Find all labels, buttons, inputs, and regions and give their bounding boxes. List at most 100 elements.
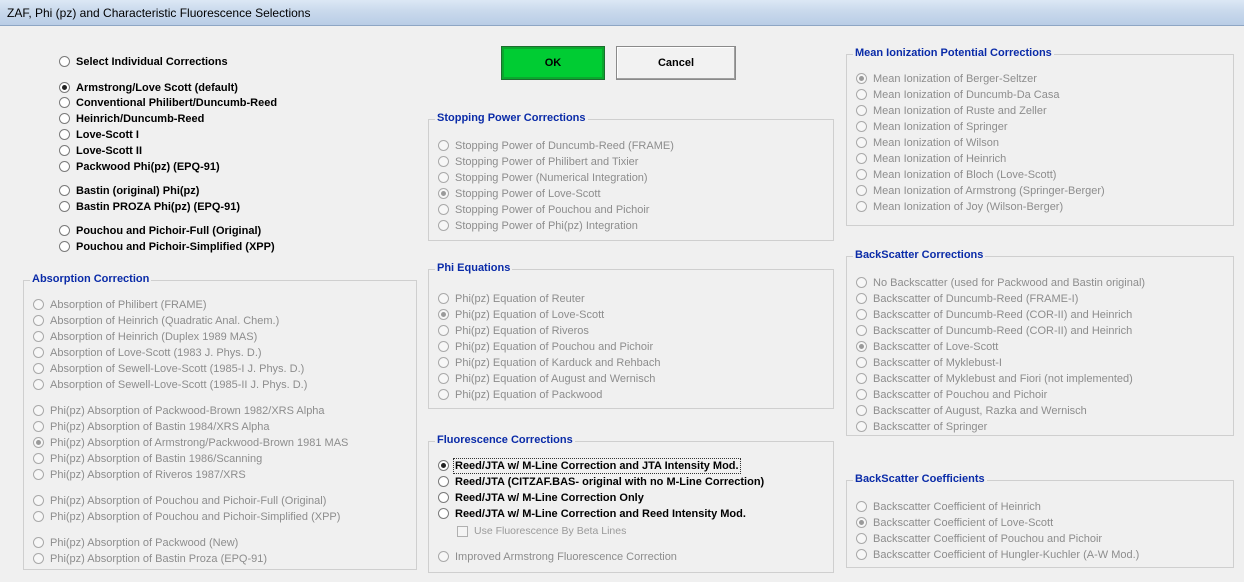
radio-circle-icon [33, 453, 44, 464]
radio-circle-icon [856, 421, 867, 432]
radio-selected-icon [438, 460, 449, 471]
backscatter-option[interactable]: Backscatter of Duncumb-Reed (COR-II) and… [856, 323, 1132, 338]
radio-circle-icon [33, 347, 44, 358]
radio-circle-icon [59, 161, 70, 172]
radio-select-individual[interactable]: Select Individual Corrections [59, 54, 228, 69]
fluorescence-option-jta[interactable]: Reed/JTA w/ M-Line Correction and JTA In… [438, 457, 741, 474]
radio-circle-icon [856, 325, 867, 336]
radio-heinrich-duncumb[interactable]: Heinrich/Duncumb-Reed [59, 111, 204, 126]
phi-equation-option[interactable]: Phi(pz) Equation of Packwood [438, 387, 602, 402]
backscatter-option[interactable]: Backscatter of Love-Scott [856, 339, 998, 354]
fluorescence-option-improved[interactable]: Improved Armstrong Fluorescence Correcti… [438, 549, 677, 564]
stopping-power-option[interactable]: Stopping Power of Phi(pz) Integration [438, 218, 638, 233]
absorption-option[interactable]: Phi(pz) Absorption of Armstrong/Packwood… [33, 435, 348, 450]
radio-pouchou-full[interactable]: Pouchou and Pichoir-Full (Original) [59, 223, 261, 238]
backscatter-coeff-option[interactable]: Backscatter Coefficient of Hungler-Kuchl… [856, 547, 1139, 562]
phi-equation-option[interactable]: Phi(pz) Equation of Pouchou and Pichoir [438, 339, 653, 354]
radio-circle-icon [438, 508, 449, 519]
absorption-option[interactable]: Phi(pz) Absorption of Bastin 1986/Scanni… [33, 451, 262, 466]
phi-equation-option[interactable]: Phi(pz) Equation of August and Wernisch [438, 371, 655, 386]
radio-pouchou-xpp[interactable]: Pouchou and Pichoir-Simplified (XPP) [59, 239, 275, 254]
absorption-option[interactable]: Absorption of Heinrich (Quadratic Anal. … [33, 313, 279, 328]
backscatter-option[interactable]: Backscatter of August, Razka and Wernisc… [856, 403, 1087, 418]
backscatter-option[interactable]: Backscatter of Pouchou and Pichoir [856, 387, 1047, 402]
stopping-power-option[interactable]: Stopping Power of Philibert and Tixier [438, 154, 638, 169]
radio-circle-icon [438, 140, 449, 151]
dialog-client: OK Cancel Select Individual Corrections … [4, 27, 1240, 578]
mean-ionization-option[interactable]: Mean Ionization of Duncumb-Da Casa [856, 87, 1059, 102]
beta-lines-checkbox[interactable]: Use Fluorescence By Beta Lines [457, 524, 626, 538]
mean-ionization-group-title: Mean Ionization Potential Corrections [853, 47, 1054, 59]
absorption-option[interactable]: Phi(pz) Absorption of Bastin 1984/XRS Al… [33, 419, 270, 434]
backscatter-coeff-option[interactable]: Backscatter Coefficient of Pouchou and P… [856, 531, 1102, 546]
radio-circle-icon [33, 405, 44, 416]
fluorescence-option-mline-only[interactable]: Reed/JTA w/ M-Line Correction Only [438, 490, 644, 505]
radio-selected-icon [856, 517, 867, 528]
backscatter-option[interactable]: Backscatter of Myklebust-I [856, 355, 1002, 370]
absorption-option[interactable]: Absorption of Heinrich (Duplex 1989 MAS) [33, 329, 257, 344]
backscatter-option[interactable]: Backscatter of Springer [856, 419, 987, 434]
mean-ionization-option[interactable]: Mean Ionization of Springer [856, 119, 1008, 134]
fluorescence-option-citzaf[interactable]: Reed/JTA (CITZAF.BAS- original with no M… [438, 474, 764, 489]
radio-circle-icon [438, 204, 449, 215]
radio-selected-icon [33, 437, 44, 448]
checkbox-icon [457, 525, 468, 537]
phi-equation-option[interactable]: Phi(pz) Equation of Love-Scott [438, 307, 604, 322]
radio-circle-icon [438, 172, 449, 183]
stopping-power-option[interactable]: Stopping Power of Love-Scott [438, 186, 601, 201]
radio-circle-icon [33, 315, 44, 326]
fluorescence-group-title: Fluorescence Corrections [435, 434, 575, 446]
stopping-power-option[interactable]: Stopping Power of Pouchou and Pichoir [438, 202, 649, 217]
absorption-option[interactable]: Phi(pz) Absorption of Riveros 1987/XRS [33, 467, 246, 482]
backscatter-option[interactable]: Backscatter of Myklebust and Fiori (not … [856, 371, 1133, 386]
radio-circle-icon [59, 56, 70, 67]
mean-ionization-option[interactable]: Mean Ionization of Heinrich [856, 151, 1006, 166]
radio-love-scott-2[interactable]: Love-Scott II [59, 143, 142, 158]
mean-ionization-option[interactable]: Mean Ionization of Ruste and Zeller [856, 103, 1047, 118]
backscatter-option[interactable]: No Backscatter (used for Packwood and Ba… [856, 275, 1145, 290]
phi-equation-option[interactable]: Phi(pz) Equation of Riveros [438, 323, 589, 338]
backscatter-coeff-option[interactable]: Backscatter Coefficient of Heinrich [856, 499, 1041, 514]
radio-circle-icon [856, 153, 867, 164]
stopping-power-option[interactable]: Stopping Power (Numerical Integration) [438, 170, 648, 185]
absorption-option[interactable]: Phi(pz) Absorption of Bastin Proza (EPQ-… [33, 551, 267, 566]
radio-armstrong-love-scott[interactable]: Armstrong/Love Scott (default) [59, 80, 238, 95]
radio-conventional-philibert[interactable]: Conventional Philibert/Duncumb-Reed [59, 95, 277, 110]
phi-equation-option[interactable]: Phi(pz) Equation of Karduck and Rehbach [438, 355, 660, 370]
fluorescence-option-reed-intensity[interactable]: Reed/JTA w/ M-Line Correction and Reed I… [438, 506, 746, 521]
cancel-button[interactable]: Cancel [616, 46, 736, 80]
radio-circle-icon [856, 121, 867, 132]
backscatter-coeff-option[interactable]: Backscatter Coefficient of Love-Scott [856, 515, 1053, 530]
mean-ionization-option[interactable]: Mean Ionization of Armstrong (Springer-B… [856, 183, 1105, 198]
backscatter-option[interactable]: Backscatter of Duncumb-Reed (FRAME-I) [856, 291, 1078, 306]
absorption-option[interactable]: Absorption of Sewell-Love-Scott (1985-I … [33, 361, 304, 376]
radio-bastin-original[interactable]: Bastin (original) Phi(pz) [59, 183, 199, 198]
absorption-option[interactable]: Absorption of Sewell-Love-Scott (1985-II… [33, 377, 307, 392]
mean-ionization-option[interactable]: Mean Ionization of Joy (Wilson-Berger) [856, 199, 1063, 214]
radio-circle-icon [856, 201, 867, 212]
absorption-option[interactable]: Phi(pz) Absorption of Pouchou and Pichoi… [33, 509, 340, 524]
radio-circle-icon [59, 241, 70, 252]
radio-circle-icon [438, 492, 449, 503]
stopping-power-option[interactable]: Stopping Power of Duncumb-Reed (FRAME) [438, 138, 674, 153]
mean-ionization-option[interactable]: Mean Ionization of Berger-Seltzer [856, 71, 1037, 86]
radio-circle-icon [33, 299, 44, 310]
absorption-option[interactable]: Phi(pz) Absorption of Packwood-Brown 198… [33, 403, 325, 418]
backscatter-option[interactable]: Backscatter of Duncumb-Reed (COR-II) and… [856, 307, 1132, 322]
radio-circle-icon [33, 331, 44, 342]
radio-circle-icon [856, 137, 867, 148]
absorption-option[interactable]: Absorption of Philibert (FRAME) [33, 297, 207, 312]
window-title: ZAF, Phi (pz) and Characteristic Fluores… [7, 6, 311, 20]
phi-equation-option[interactable]: Phi(pz) Equation of Reuter [438, 291, 585, 306]
absorption-option[interactable]: Phi(pz) Absorption of Packwood (New) [33, 535, 238, 550]
radio-love-scott-1[interactable]: Love-Scott I [59, 127, 139, 142]
radio-selected-icon [856, 73, 867, 84]
mean-ionization-option[interactable]: Mean Ionization of Wilson [856, 135, 999, 150]
ok-button[interactable]: OK [501, 46, 605, 80]
radio-bastin-proza[interactable]: Bastin PROZA Phi(pz) (EPQ-91) [59, 199, 240, 214]
absorption-option[interactable]: Phi(pz) Absorption of Pouchou and Pichoi… [33, 493, 326, 508]
absorption-option[interactable]: Absorption of Love-Scott (1983 J. Phys. … [33, 345, 262, 360]
radio-circle-icon [33, 511, 44, 522]
radio-packwood[interactable]: Packwood Phi(pz) (EPQ-91) [59, 159, 220, 174]
mean-ionization-option[interactable]: Mean Ionization of Bloch (Love-Scott) [856, 167, 1056, 182]
